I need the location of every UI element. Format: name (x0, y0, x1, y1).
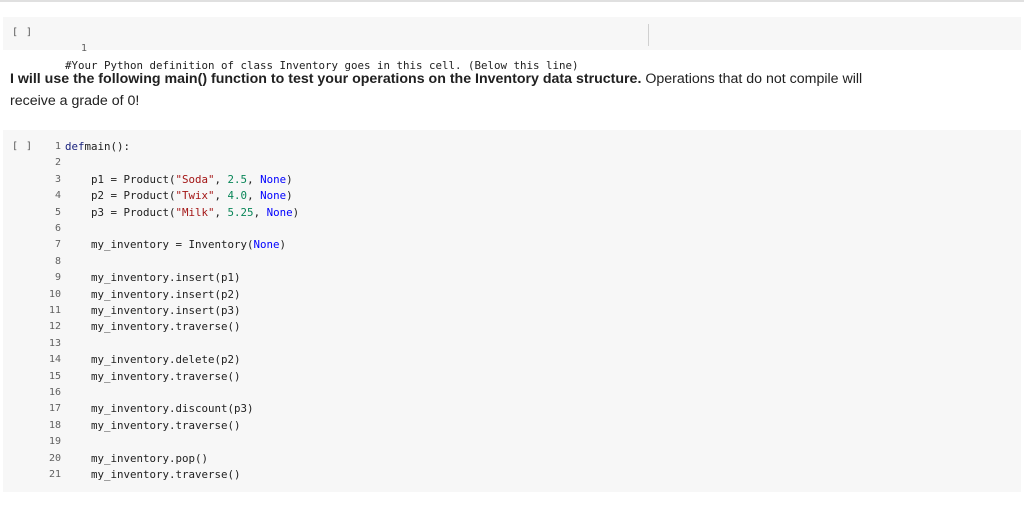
code-token: main(): (84, 140, 131, 153)
code-token: my_inventory.insert(p3) (65, 304, 241, 317)
code-token: my_inventory.delete(p2) (65, 353, 241, 367)
code-token: , (253, 205, 267, 219)
code-text[interactable]: my_inventory = Inventory(None) (65, 237, 286, 253)
code-text[interactable]: p1 = Product("Soda", 2.5, None) (65, 172, 293, 188)
code-token: def (65, 140, 85, 153)
code-token: None (253, 238, 280, 252)
code-text[interactable]: p3 = Product("Milk", 5.25, None) (65, 205, 299, 221)
code-token: , (247, 172, 261, 186)
editor-edge (648, 24, 649, 46)
line-number: 14 (48, 354, 61, 366)
line-number: 8 (54, 255, 61, 267)
code-token: ) (286, 172, 293, 186)
line-number: 6 (54, 223, 61, 234)
code-text[interactable]: p2 = Product("Twix", 4.0, None) (65, 188, 293, 204)
line-number: 10 (48, 288, 61, 300)
line-number: 17 (48, 403, 61, 415)
line-number: 2 (54, 157, 61, 169)
line-number: 12 (48, 321, 61, 333)
line-number: 18 (48, 419, 61, 431)
code-token: 4.0 (227, 189, 248, 203)
line-number: 1 (80, 43, 88, 55)
line-number: 3 (54, 173, 61, 185)
code-token: None (260, 189, 287, 203)
code-token: my_inventory.traverse() (65, 418, 241, 432)
line-number: 1 (54, 141, 61, 152)
code-token: my_inventory.pop() (65, 451, 209, 465)
line-number: 20 (48, 452, 61, 464)
code-token: my_inventory.traverse() (65, 320, 241, 334)
code-text[interactable]: my_inventory.discount(p3) (65, 401, 254, 417)
code-token: ) (286, 189, 293, 203)
instructions-bold: I will use the following main() function… (10, 71, 642, 87)
line-number: 15 (48, 370, 61, 382)
code-token: , (214, 189, 228, 203)
line-number: 19 (48, 436, 61, 448)
code-token: p3 = Product( (65, 205, 176, 219)
code-text[interactable]: defmain(): (65, 139, 130, 155)
code-text[interactable]: my_inventory.insert(p3) (65, 303, 241, 319)
code-cell-1[interactable]: [ ] 1 #Your Python definition of class I… (3, 17, 1021, 72)
line-number: 9 (54, 272, 61, 284)
code-token: my_inventory.discount(p3) (65, 402, 254, 416)
code-token: None (260, 172, 287, 186)
code-text[interactable]: my_inventory.insert(p1) (65, 270, 241, 286)
line-number: 5 (54, 206, 61, 218)
code-token: , (214, 205, 228, 219)
code-cell-2[interactable]: [ ] 1 defmain(): 2 3 p1 = Product("Soda", 2… (3, 130, 1021, 492)
line-number: 7 (54, 239, 61, 251)
code-text[interactable]: my_inventory.pop() (65, 451, 208, 467)
line-number: 4 (54, 190, 61, 202)
instructions-text: I will use the following main() function… (10, 68, 910, 112)
line-number: 11 (48, 305, 61, 316)
top-divider (0, 0, 1024, 2)
code-token: , (247, 189, 261, 203)
code-token: my_inventory.traverse() (65, 369, 241, 383)
code-token: p1 = Product( (65, 172, 176, 186)
code-token: 2.5 (227, 172, 248, 186)
code-text[interactable]: my_inventory.traverse() (65, 319, 241, 335)
code-token: 5.25 (227, 205, 254, 219)
code-line[interactable]: 1 #Your Python definition of class Inven… (3, 25, 579, 71)
code-text[interactable]: my_inventory.delete(p2) (65, 352, 241, 368)
code-token: ) (292, 205, 300, 219)
code-text[interactable]: my_inventory.traverse() (65, 467, 241, 483)
code-token: None (266, 205, 293, 219)
code-token: "Twix" (175, 189, 215, 203)
code-text[interactable]: my_inventory.traverse() (65, 418, 241, 434)
line-number: 16 (48, 387, 61, 398)
code-token: p2 = Product( (65, 189, 176, 203)
code-token: , (214, 172, 228, 186)
code-token: my_inventory.insert(p2) (65, 287, 241, 301)
code-token: "Soda" (175, 172, 215, 186)
code-token: my_inventory.traverse() (65, 468, 241, 481)
code-text[interactable]: my_inventory.insert(p2) (65, 287, 241, 303)
line-number: 21 (48, 469, 61, 480)
line-number: 13 (48, 337, 61, 349)
code-token: my_inventory.insert(p1) (65, 271, 241, 285)
code-token: ) (279, 238, 287, 252)
code-token: "Milk" (175, 205, 215, 219)
code-text[interactable]: my_inventory.traverse() (65, 369, 241, 385)
code-token: my_inventory = Inventory( (65, 238, 254, 252)
